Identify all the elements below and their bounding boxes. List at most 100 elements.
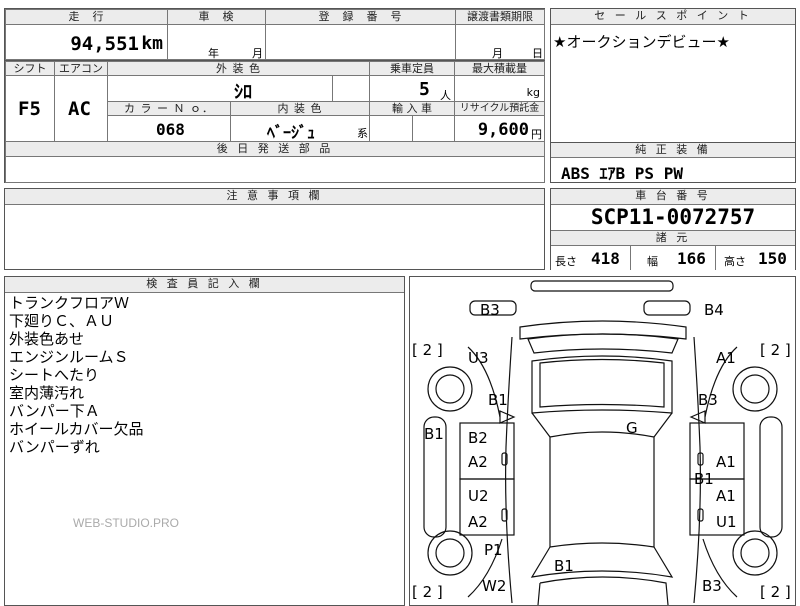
chassis-value: SCP11-0072757 (590, 205, 756, 229)
damage-mark: [ 2 ] (760, 583, 791, 601)
damage-mark: [ 2 ] (412, 341, 443, 359)
mileage-cell: 94,551 km (5, 24, 168, 60)
damage-mark: U3 (468, 349, 489, 367)
capacity-cell: 5 人 (369, 75, 455, 102)
import-cell-2 (412, 115, 455, 142)
damage-mark: U1 (716, 513, 737, 531)
equipment-label: 純 正 装 備 (551, 143, 795, 158)
chassis-panel: 車 台 番 号 SCP11-0072757 諸 元 長さ 418 幅 166 高… (550, 188, 796, 270)
mileage-unit: km (141, 33, 163, 54)
ac-cell: AC (54, 75, 108, 142)
shaken-year: 年 (208, 47, 219, 60)
height-cell: 高さ 150 (715, 245, 795, 270)
color-no-value: 068 (156, 120, 185, 139)
damage-mark: W2 (482, 577, 507, 595)
interior-suffix: 系 (357, 127, 368, 140)
load-label: 最大積載量 (454, 61, 545, 76)
shift-value: F5 (18, 98, 41, 120)
exterior-cell: ｼﾛ (107, 75, 333, 103)
import-cell-1 (369, 115, 413, 142)
damage-mark: B1 (694, 470, 714, 488)
watermark: WEB-STUDIO.PRO (73, 516, 180, 530)
ac-value: AC (68, 98, 91, 120)
shift-cell: F5 (5, 75, 55, 142)
notes-panel: 注 意 事 項 欄 (4, 188, 545, 270)
shaken-cell: 年 月 (167, 24, 266, 60)
shaken-label: 車 検 (167, 9, 266, 25)
damage-mark: P1 (484, 541, 503, 559)
damage-mark: [ 2 ] (760, 341, 791, 359)
inspector-line: 室内薄汚れ (9, 384, 85, 402)
damage-mark: B1 (488, 391, 508, 409)
length-cell: 長さ 418 (551, 245, 631, 270)
recycle-label: リサイクル預託金 (454, 101, 545, 116)
damage-mark: A2 (468, 513, 488, 531)
damage-mark: A1 (716, 349, 736, 367)
registration-cell (265, 24, 456, 60)
length-label: 長さ (555, 255, 577, 268)
inspector-line: 外装色あせ (9, 330, 85, 348)
recycle-cell: 9,600 円 (454, 115, 545, 142)
damage-mark: G (626, 419, 638, 437)
width-label: 幅 (647, 255, 658, 268)
sales-point-panel: セ ー ル ス ポ イ ン ト ★オークションデビュー★ (550, 8, 796, 143)
damage-mark: B3 (480, 301, 500, 319)
sales-point-label: セ ー ル ス ポ イ ン ト (551, 9, 795, 25)
notes-label: 注 意 事 項 欄 (5, 189, 544, 205)
vehicle-info-panel: シフト F5 エアコン AC 外 装 色 ｼﾛ 乗車定員 5 人 最大積載量 k… (4, 60, 545, 183)
inspector-lines: トランクフロアＷ 下廻りＣ、ＡＵ 外装色あせ エンジンルームＳ シートへたり 室… (9, 294, 144, 456)
exterior-label: 外 装 色 (107, 61, 370, 76)
inspector-line: バンパーずれ (9, 438, 100, 456)
load-cell: kg (454, 75, 545, 102)
damage-mark: [ 2 ] (412, 583, 443, 601)
delivery-cell (5, 156, 545, 183)
inspector-line: シートへたり (9, 366, 100, 384)
height-value: 150 (758, 249, 787, 268)
damage-mark: B3 (702, 577, 722, 595)
inspector-line: 下廻りＣ、ＡＵ (9, 312, 115, 330)
capacity-value: 5 (419, 79, 430, 100)
chassis-label: 車 台 番 号 (551, 189, 795, 205)
transfer-day: 日 (532, 47, 543, 60)
capacity-label: 乗車定員 (369, 61, 455, 76)
height-label: 高さ (724, 255, 746, 268)
mileage-value: 94,551 (70, 33, 139, 55)
recycle-value: 9,600 (477, 120, 529, 140)
damage-mark: A1 (716, 453, 736, 471)
registration-label: 登 録 番 号 (265, 9, 456, 25)
mileage-label: 走 行 (5, 9, 168, 25)
shaken-month: 月 (252, 47, 263, 60)
damage-mark: U2 (468, 487, 489, 505)
damage-mark: B2 (468, 429, 488, 447)
exterior-extra-cell (332, 75, 370, 102)
length-value: 418 (591, 249, 620, 268)
inspector-line: ホイールカバー欠品 (9, 420, 144, 438)
interior-label: 内 装 色 (230, 101, 370, 116)
interior-cell: ﾍﾞｰｼﾞｭ 系 (230, 115, 370, 142)
car-diagram-panel: B3 B4 [ 2 ] [ 2 ] U3 A1 B1 B3 B1 B2 G A2… (409, 276, 796, 606)
transfer-label: 譲渡書類期限 (455, 9, 545, 25)
sales-point-text: ★オークションデビュー★ (553, 33, 730, 51)
damage-mark: A1 (716, 487, 736, 505)
damage-mark: B1 (424, 425, 444, 443)
width-cell: 幅 166 (630, 245, 716, 270)
color-no-cell: 068 (107, 115, 231, 142)
transfer-month: 月 (492, 47, 503, 60)
color-no-label: カ ラ ー Ｎ ｏ． (107, 101, 231, 116)
inspector-line: エンジンルームＳ (9, 348, 129, 366)
recycle-unit: 円 (531, 128, 542, 141)
load-unit: kg (526, 86, 540, 99)
inspector-line: バンパー下Ａ (9, 402, 100, 420)
transfer-cell: 月 日 (455, 24, 545, 60)
damage-mark: B1 (554, 557, 574, 575)
delivery-label: 後 日 発 送 部 品 (5, 141, 545, 157)
equipment-items: ABS ｴｱB PS PW (561, 164, 683, 183)
equipment-panel: 純 正 装 備 ABS ｴｱB PS PW (550, 142, 796, 183)
inspector-label: 検 査 員 記 入 欄 (5, 277, 404, 293)
ac-label: エアコン (54, 61, 108, 76)
damage-mark: B4 (704, 301, 724, 319)
damage-mark: B3 (698, 391, 718, 409)
damage-mark: A2 (468, 453, 488, 471)
width-value: 166 (677, 249, 706, 268)
inspector-panel: 検 査 員 記 入 欄 トランクフロアＷ 下廻りＣ、ＡＵ 外装色あせ エンジンル… (4, 276, 405, 606)
